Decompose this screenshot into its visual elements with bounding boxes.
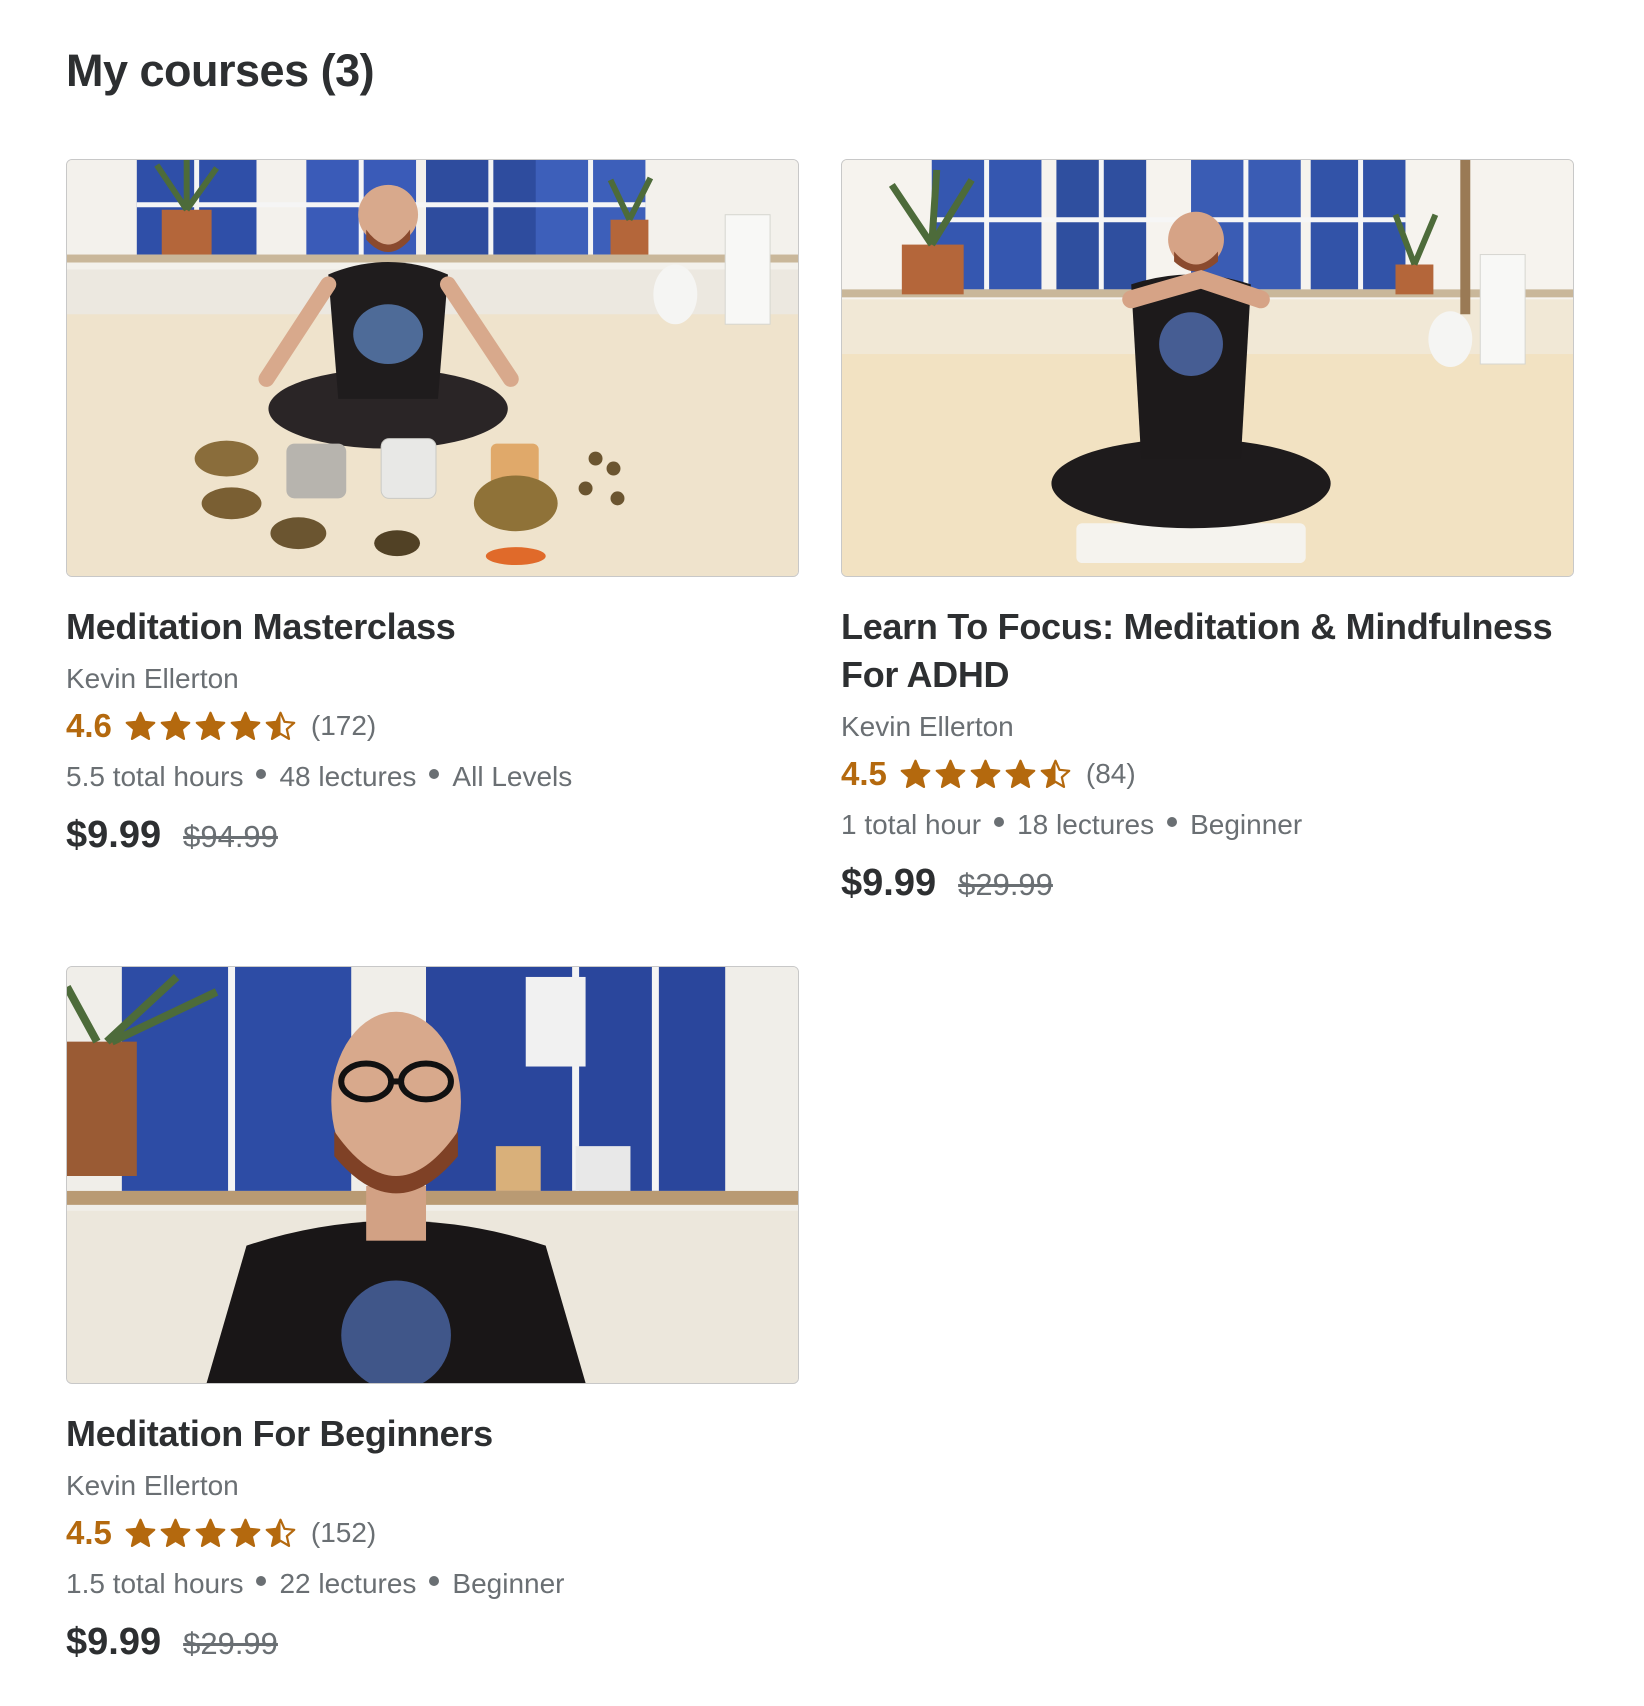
total-hours: 1.5 total hours	[66, 1568, 244, 1599]
rating-count: (172)	[310, 710, 377, 741]
course-level: All Levels	[452, 761, 573, 792]
star-rating	[124, 1517, 297, 1550]
star-full-icon	[935, 759, 966, 788]
course-thumbnail-image	[67, 967, 798, 1383]
course-thumbnail[interactable]	[841, 159, 1574, 577]
current-price: $9.99	[841, 862, 937, 904]
lecture-count: 22 lectures	[279, 1568, 417, 1599]
star-full-icon	[125, 1518, 156, 1547]
star-full-icon	[160, 711, 191, 740]
rating-value: 4.5	[66, 1514, 112, 1551]
course-title[interactable]: Meditation Masterclass	[66, 603, 799, 651]
separator-dot	[256, 1576, 267, 1586]
course-title[interactable]: Meditation For Beginners	[66, 1410, 799, 1458]
original-price: $29.99	[958, 867, 1053, 902]
star-full-icon	[195, 711, 226, 740]
rating-value: 4.6	[66, 707, 112, 744]
course-thumbnail-image	[842, 160, 1573, 576]
star-full-icon	[160, 1518, 191, 1547]
total-hours: 5.5 total hours	[66, 761, 244, 792]
course-level: Beginner	[452, 1568, 565, 1599]
separator-dot	[994, 817, 1005, 827]
star-half-icon	[265, 711, 296, 740]
original-price: $29.99	[183, 1626, 278, 1661]
rating-row: 4.5 (84)	[841, 754, 1574, 794]
star-full-icon	[970, 759, 1001, 788]
rating-row: 4.5 (152)	[66, 1513, 799, 1553]
course-meta: 5.5 total hours 48 lectures All Levels	[66, 758, 799, 796]
lecture-count: 48 lectures	[279, 761, 417, 792]
star-full-icon	[900, 759, 931, 788]
course-level: Beginner	[1190, 809, 1303, 840]
star-full-icon	[195, 1518, 226, 1547]
separator-dot	[429, 1576, 440, 1586]
instructor-name: Kevin Ellerton	[841, 711, 1014, 742]
course-thumbnail[interactable]	[66, 159, 799, 577]
instructor-name: Kevin Ellerton	[66, 663, 239, 694]
separator-dot	[1167, 817, 1178, 827]
course-meta: 1 total hour 18 lectures Beginner	[841, 806, 1574, 844]
star-rating	[124, 710, 297, 743]
current-price: $9.99	[66, 814, 162, 856]
star-full-icon	[230, 1518, 261, 1547]
current-price: $9.99	[66, 1621, 162, 1663]
star-half-icon	[265, 1518, 296, 1547]
course-card-learn-to-focus[interactable]: Learn To Focus: Meditation & Mindfulness…	[841, 159, 1574, 905]
price-row: $9.99 $29.99	[841, 862, 1574, 905]
course-thumbnail[interactable]	[66, 966, 799, 1384]
price-row: $9.99 $29.99	[66, 1621, 799, 1664]
lecture-count: 18 lectures	[1017, 809, 1155, 840]
star-full-icon	[125, 711, 156, 740]
separator-dot	[256, 769, 267, 779]
course-meta: 1.5 total hours 22 lectures Beginner	[66, 1565, 799, 1603]
original-price: $94.99	[183, 819, 278, 854]
separator-dot	[429, 769, 440, 779]
course-card-meditation-masterclass[interactable]: Meditation Masterclass Kevin Ellerton 4.…	[66, 159, 799, 857]
star-full-icon	[1005, 759, 1036, 788]
star-full-icon	[230, 711, 261, 740]
course-thumbnail-image	[67, 160, 798, 576]
total-hours: 1 total hour	[841, 809, 982, 840]
rating-row: 4.6 (172)	[66, 706, 799, 746]
star-half-icon	[1040, 759, 1071, 788]
star-rating	[899, 758, 1072, 791]
page-title: My courses (3)	[66, 45, 375, 96]
rating-count: (152)	[310, 1517, 377, 1548]
rating-count: (84)	[1085, 758, 1136, 789]
course-card-meditation-for-beginners[interactable]: Meditation For Beginners Kevin Ellerton …	[66, 966, 799, 1664]
course-title[interactable]: Learn To Focus: Meditation & Mindfulness…	[841, 603, 1574, 699]
instructor-name: Kevin Ellerton	[66, 1470, 239, 1501]
rating-value: 4.5	[841, 755, 887, 792]
price-row: $9.99 $94.99	[66, 814, 799, 857]
